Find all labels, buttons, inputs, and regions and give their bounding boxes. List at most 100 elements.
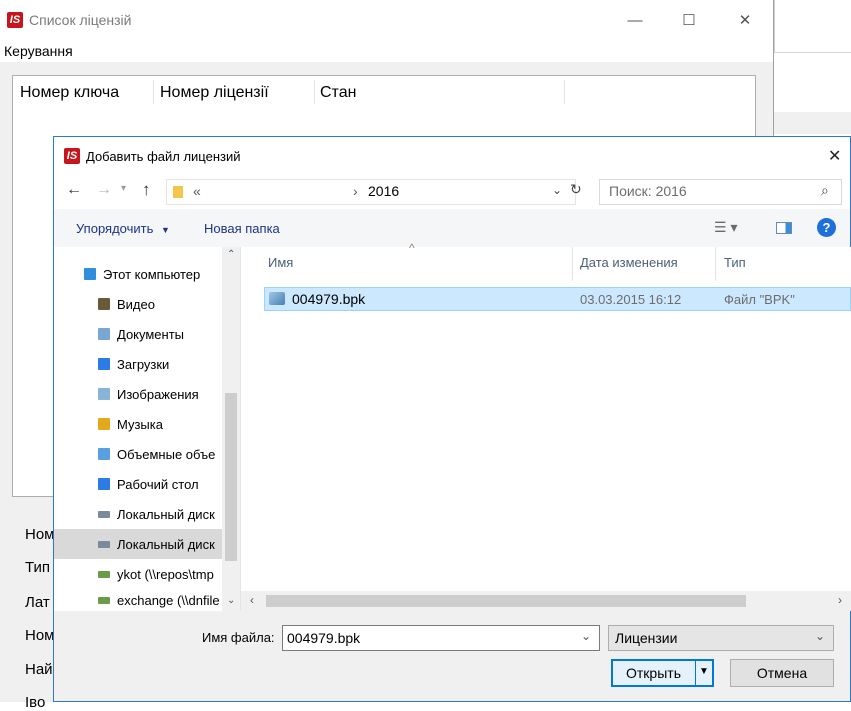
cancel-button[interactable]: Отмена (730, 659, 834, 687)
chevron-down-icon[interactable]: ⌄ (815, 629, 825, 643)
dialog-titlebar: IS Добавить файл лицензий ✕ (54, 137, 850, 175)
downloads-folder-icon (98, 358, 110, 370)
close-button[interactable]: ✕ (722, 0, 768, 40)
local-disk-icon (98, 540, 110, 548)
background-window-bar (774, 112, 851, 134)
nav-item-downloads[interactable]: Загрузки (98, 349, 222, 379)
nav-item-documents[interactable]: Документы (98, 319, 222, 349)
network-drive-icon (98, 596, 110, 604)
column-separator (153, 80, 154, 104)
nav-item-3d-objects[interactable]: Объемные объе (98, 439, 222, 469)
nav-item-network-ykot[interactable]: ykot (\\repos\tmp (98, 559, 222, 589)
help-icon[interactable]: ? (817, 218, 836, 237)
split-divider (695, 661, 696, 685)
column-separator (314, 80, 315, 104)
field-label: Лат (25, 594, 50, 611)
nav-item-desktop[interactable]: Рабочий стол (98, 469, 222, 499)
dialog-toolbar: Упорядочить ▼ Новая папка ☰ ▾ ? (54, 209, 850, 247)
filename-label: Имя файла: (202, 630, 275, 645)
file-type: Файл "BPK" (724, 292, 795, 307)
navigation-pane[interactable]: Этот компьютер Видео Документы Загрузки … (54, 247, 240, 611)
dialog-title: Добавить файл лицензий (86, 149, 241, 164)
scrollbar-thumb[interactable] (225, 393, 237, 561)
address-bar[interactable]: « › 2016 ⌄ (166, 179, 576, 205)
filename-value: 004979.bpk (287, 630, 361, 646)
open-button-label: Открыть (626, 665, 681, 681)
filename-input[interactable]: 004979.bpk ⌄ (282, 625, 600, 651)
menu-item-manage[interactable]: Керування (4, 43, 73, 59)
maximize-button[interactable]: ☐ (666, 0, 712, 40)
up-arrow-icon[interactable]: ↑ (142, 180, 151, 200)
app-logo-icon: IS (7, 12, 23, 28)
breadcrumb-separator[interactable]: › (353, 183, 358, 199)
breadcrumb-overflow[interactable]: « (193, 183, 201, 199)
column-header-name[interactable]: Имя (268, 255, 293, 270)
nav-item-video[interactable]: Видео (98, 289, 222, 319)
computer-icon (84, 268, 96, 280)
nav-scrollbar[interactable]: ⌃ ⌄ (222, 247, 240, 611)
view-options-icon[interactable]: ☰ ▾ (714, 219, 737, 236)
organize-button[interactable]: Упорядочить ▼ (76, 221, 170, 236)
local-disk-icon (98, 510, 110, 518)
chevron-down-icon[interactable]: ⌄ (552, 183, 562, 197)
scroll-right-icon[interactable]: › (838, 593, 842, 607)
field-label: Ном (25, 526, 55, 543)
column-header-license-number[interactable]: Номер ліцензії (160, 76, 269, 110)
nav-item-images[interactable]: Изображения (98, 379, 222, 409)
scroll-down-icon[interactable]: ⌄ (227, 595, 235, 606)
preview-pane-icon[interactable] (776, 222, 792, 234)
window-titlebar: IS Список ліцензій — ☐ ✕ (0, 0, 773, 40)
horizontal-scrollbar[interactable]: ‹ › (241, 591, 851, 611)
3d-objects-folder-icon (98, 448, 110, 460)
file-icon (269, 292, 285, 305)
chevron-down-icon[interactable]: ⌄ (581, 629, 591, 643)
music-folder-icon (98, 418, 110, 430)
nav-item-music[interactable]: Музыка (98, 409, 222, 439)
dialog-footer: Имя файла: 004979.bpk ⌄ Лицензии ⌄ Откры… (54, 611, 850, 701)
refresh-icon[interactable]: ↻ (570, 181, 582, 198)
nav-item-local-disk[interactable]: Локальный диск (98, 499, 222, 529)
breadcrumb-current[interactable]: 2016 (368, 183, 399, 199)
recent-locations-icon[interactable]: ▾ (121, 183, 126, 194)
minimize-button[interactable]: — (612, 0, 658, 40)
file-list[interactable]: ^ Имя Дата изменения Тип 004979.bpk 03.0… (240, 241, 851, 611)
file-date: 03.03.2015 16:12 (580, 292, 682, 307)
filter-value: Лицензии (615, 630, 678, 646)
column-header-status[interactable]: Стан (320, 76, 356, 110)
column-header-type[interactable]: Тип (724, 255, 746, 270)
nav-item-network-exchange[interactable]: exchange (\\dnfile (98, 589, 222, 611)
organize-label: Упорядочить (76, 221, 154, 236)
field-label: Ном (25, 627, 55, 644)
column-separator (564, 80, 565, 104)
new-folder-button[interactable]: Новая папка (204, 221, 280, 236)
scrollbar-thumb[interactable] (266, 595, 746, 607)
background-window (774, 0, 851, 52)
field-label: Іво (25, 694, 46, 711)
scroll-left-icon[interactable]: ‹ (250, 593, 254, 607)
file-row[interactable]: 004979.bpk 03.03.2015 16:12 Файл "BPK" (264, 287, 851, 311)
search-input[interactable]: Поиск: 2016 ⌕ (599, 179, 842, 205)
field-label: Тип (25, 559, 51, 576)
app-logo-icon: IS (64, 148, 80, 164)
video-folder-icon (98, 298, 110, 310)
column-header-date[interactable]: Дата изменения (580, 255, 678, 270)
search-icon[interactable]: ⌕ (821, 182, 829, 199)
nav-item-local-disk-selected[interactable]: Локальный диск (54, 529, 222, 559)
dialog-close-button[interactable]: ✕ (828, 146, 841, 166)
scroll-up-icon[interactable]: ⌃ (227, 249, 235, 260)
back-arrow-icon[interactable]: ← (66, 181, 82, 199)
dropdown-arrow-icon[interactable]: ▼ (699, 666, 709, 677)
desktop-folder-icon (98, 478, 110, 490)
address-row: ← → ▾ ↑ « › 2016 ⌄ ↻ Поиск: 2016 ⌕ (54, 175, 850, 209)
menu-bar: Керування (0, 40, 773, 62)
forward-arrow-icon[interactable]: → (96, 181, 112, 199)
column-header-key-number[interactable]: Номер ключа (20, 76, 119, 110)
file-type-filter[interactable]: Лицензии ⌄ (608, 625, 834, 651)
sort-indicator-icon: ^ (409, 241, 415, 255)
file-name: 004979.bpk (292, 291, 366, 307)
folder-icon (173, 186, 183, 198)
open-file-dialog: IS Добавить файл лицензий ✕ ← → ▾ ↑ « › … (53, 136, 851, 702)
field-label: Най (25, 661, 53, 678)
open-button[interactable]: Открыть ▼ (611, 659, 714, 687)
column-separator (715, 247, 716, 281)
